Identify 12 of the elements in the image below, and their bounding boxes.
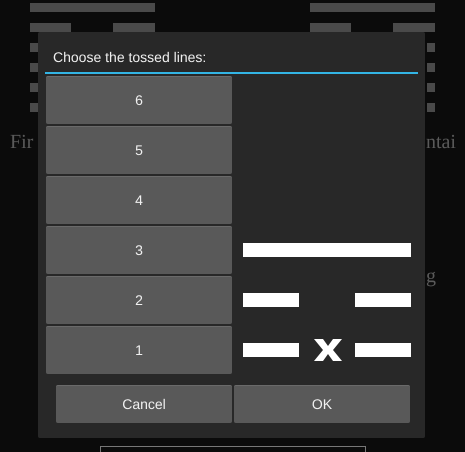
line-button[interactable]: 1 (46, 326, 232, 374)
line-button[interactable]: 2 (46, 276, 232, 324)
line-button[interactable]: 6 (46, 76, 232, 124)
line-button[interactable]: 5 (46, 126, 232, 174)
line-button[interactable]: 4 (46, 176, 232, 224)
background-text: Fir (10, 130, 34, 155)
background-text: g (426, 264, 436, 289)
dialog-button[interactable]: Cancel (56, 385, 232, 423)
dialog-button[interactable]: OK (234, 385, 410, 423)
background-text: ntai (426, 130, 456, 155)
line-button[interactable]: 3 (46, 226, 232, 274)
dialog-title: Choose the tossed lines: (52, 48, 208, 67)
